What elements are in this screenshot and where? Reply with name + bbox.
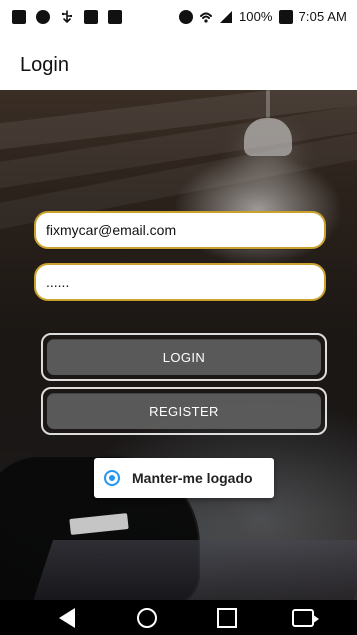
alarm-icon [178,9,193,24]
hanging-lamp [238,90,298,210]
register-button[interactable]: REGISTER [47,393,321,429]
login-form: fixmycar@email.com ...... [34,211,326,301]
recents-icon [217,608,237,628]
back-icon [59,608,75,628]
stay-logged-in-radio[interactable] [104,470,120,486]
page-title: Login [20,54,69,76]
status-time: 7:05 AM [298,9,347,24]
android-icon [108,10,122,24]
system-navigation-bar [0,600,357,635]
home-icon [137,608,157,628]
floor-rug [27,540,357,600]
nav-recents-button[interactable] [212,606,242,630]
app-header: Login [0,36,357,90]
signal-icon [219,10,233,24]
email-field[interactable]: fixmycar@email.com [34,211,326,249]
login-button-frame: LOGIN [41,333,327,381]
password-value: ...... [46,274,70,290]
login-button[interactable]: LOGIN [47,339,321,375]
status-bar: 100% 7:05 AM [0,0,357,36]
image-icon [84,10,98,24]
lamp-cord [266,90,270,118]
stay-logged-in-option[interactable]: Manter-me logado [94,458,274,498]
stay-logged-in-label: Manter-me logado [132,470,253,486]
sim-icon [12,10,26,24]
lamp-shade [244,118,292,156]
wifi-icon [199,10,213,24]
battery-icon [278,9,293,24]
status-right-icons: 100% 7:05 AM [178,9,347,24]
nav-home-button[interactable] [132,606,162,630]
password-field[interactable]: ...... [34,263,326,301]
nav-rotate-button[interactable] [288,606,319,630]
rotate-icon [292,609,319,627]
notification-icon [36,10,50,24]
email-value: fixmycar@email.com [46,222,177,238]
nav-back-button[interactable] [52,606,82,630]
battery-percent: 100% [238,9,273,24]
status-left-icons [12,10,122,24]
register-button-frame: REGISTER [41,387,327,435]
usb-icon [60,10,74,24]
